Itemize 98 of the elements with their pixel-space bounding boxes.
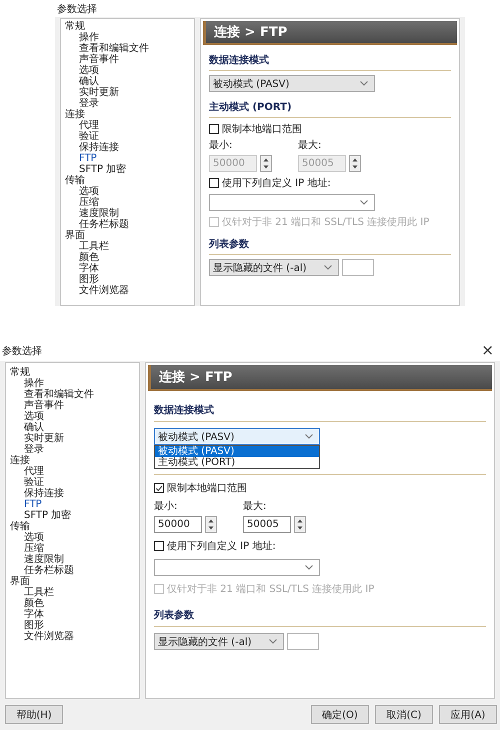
tree-item[interactable]: 选项: [6, 411, 139, 422]
chevron-down-icon: [324, 265, 332, 270]
tree-item[interactable]: 查看和编辑文件: [6, 389, 139, 400]
page-header: 连接 > FTP: [203, 21, 457, 45]
tree-item[interactable]: 确认: [61, 76, 194, 87]
chevron-down-icon: [360, 81, 368, 86]
checkbox-label: 使用下列自定义 IP 地址:: [222, 176, 331, 190]
checkbox[interactable]: [209, 124, 219, 134]
section-heading: 列表参数: [154, 602, 486, 627]
port-field[interactable]: 50005: [243, 516, 291, 533]
tree-item[interactable]: 速度限制: [61, 208, 194, 219]
tree-item[interactable]: 界面: [61, 230, 194, 241]
tree-item[interactable]: FTP: [61, 153, 194, 164]
spinner-icon[interactable]: [260, 155, 272, 172]
tree-item[interactable]: 传输: [61, 175, 194, 186]
dialog-button[interactable]: 取消(C): [375, 705, 433, 724]
tree-item[interactable]: 压缩: [61, 197, 194, 208]
tree-item[interactable]: SFTP 加密: [6, 510, 139, 521]
tree-item[interactable]: 传输: [6, 521, 139, 532]
tree-item[interactable]: 速度限制: [6, 554, 139, 565]
port-field[interactable]: 50000: [154, 516, 202, 533]
list-dropdown[interactable]: 显示隐藏的文件 (-al): [209, 259, 339, 276]
dialog-button[interactable]: 帮助(H): [5, 705, 63, 724]
dropdown-option[interactable]: 主动模式 (PORT): [155, 457, 319, 468]
tree-item[interactable]: 操作: [6, 378, 139, 389]
spinner-icon[interactable]: [349, 155, 361, 172]
checkbox-label: 仅针对于非 21 端口和 SSL/TLS 连接使用此 IP: [222, 216, 430, 229]
section-heading: 数据连接模式: [209, 49, 451, 71]
tree-item[interactable]: 保持连接: [61, 142, 194, 153]
tree-item[interactable]: 选项: [61, 186, 194, 197]
close-button[interactable]: ×: [481, 343, 494, 358]
tree-item[interactable]: 实时更新: [6, 433, 139, 444]
tree-item[interactable]: 颜色: [6, 598, 139, 609]
checkbox-label: 限制本地端口范围: [222, 122, 302, 136]
spinner-icon[interactable]: [205, 516, 217, 533]
checkbox-label: 限制本地端口范围: [167, 482, 247, 495]
tree-item[interactable]: 保持连接: [6, 488, 139, 499]
section-heading: 主动模式 (PORT): [209, 96, 451, 118]
tree-item[interactable]: 确认: [6, 422, 139, 433]
tree-item[interactable]: 连接: [6, 455, 139, 466]
tree-item[interactable]: 代理: [6, 466, 139, 477]
tree-item[interactable]: 压缩: [6, 543, 139, 554]
field-label: 最小:: [154, 500, 178, 513]
list-dropdown[interactable]: 显示隐藏的文件 (-al): [154, 633, 284, 650]
tree-item[interactable]: 图形: [61, 274, 194, 285]
tree-item[interactable]: 文件浏览器: [61, 285, 194, 296]
chevron-down-icon: [360, 200, 368, 205]
section-heading: 数据连接模式: [154, 397, 486, 422]
tree-item[interactable]: 工具栏: [6, 587, 139, 598]
tree-item[interactable]: 文件浏览器: [6, 631, 139, 642]
checkbox-label: 使用下列自定义 IP 地址:: [167, 540, 276, 553]
dialog-button[interactable]: 应用(A): [439, 705, 497, 724]
tree-item[interactable]: FTP: [6, 499, 139, 510]
tree-item[interactable]: SFTP 加密: [61, 164, 194, 175]
text-field[interactable]: [287, 633, 319, 650]
tree-item[interactable]: 选项: [61, 65, 194, 76]
tree-item[interactable]: 选项: [6, 532, 139, 543]
checkbox[interactable]: [154, 483, 164, 493]
tree-item[interactable]: 声音事件: [6, 400, 139, 411]
chevron-down-icon: [269, 639, 277, 644]
mode-dropdown[interactable]: 被动模式 (PASV): [154, 428, 320, 445]
tree-item[interactable]: 查看和编辑文件: [61, 43, 194, 54]
tree-item[interactable]: 声音事件: [61, 54, 194, 65]
tree-item[interactable]: 任务栏标题: [61, 219, 194, 230]
field-label: 最小:: [209, 138, 234, 152]
tree-item[interactable]: 验证: [61, 131, 194, 142]
tree-item[interactable]: 颜色: [61, 252, 194, 263]
dropdown-option[interactable]: 被动模式 (PASV): [155, 446, 319, 457]
tree-item[interactable]: 常规: [61, 21, 194, 32]
page-header: 连接 > FTP: [148, 365, 492, 391]
tree-item[interactable]: 常规: [6, 367, 139, 378]
text-field[interactable]: [342, 259, 374, 276]
tree-item[interactable]: 操作: [61, 32, 194, 43]
tree-item[interactable]: 工具栏: [61, 241, 194, 252]
window-title: 参数选择: [57, 2, 97, 16]
mode-dropdown[interactable]: 被动模式 (PASV): [209, 75, 375, 92]
tree-item[interactable]: 字体: [61, 263, 194, 274]
section-heading: 列表参数: [209, 233, 451, 255]
checkbox-label: 仅针对于非 21 端口和 SSL/TLS 连接使用此 IP: [167, 582, 374, 596]
spinner-icon[interactable]: [294, 516, 306, 533]
tree-item[interactable]: 界面: [6, 576, 139, 587]
dialog-button[interactable]: 确定(O): [311, 705, 369, 724]
chevron-down-icon: [305, 565, 313, 570]
tree-item[interactable]: 代理: [61, 120, 194, 131]
tree-item[interactable]: 连接: [61, 109, 194, 120]
tree-item[interactable]: 实时更新: [61, 87, 194, 98]
chevron-down-icon: [305, 434, 313, 439]
checkbox[interactable]: [209, 178, 219, 188]
field-label: 最大:: [243, 500, 268, 513]
checkbox[interactable]: [154, 541, 164, 551]
tree-item[interactable]: 字体: [6, 609, 139, 620]
tree-item[interactable]: 验证: [6, 477, 139, 488]
tree-item[interactable]: 登录: [61, 98, 194, 109]
tree-item[interactable]: 图形: [6, 620, 139, 631]
tree-item[interactable]: 任务栏标题: [6, 565, 139, 576]
window-title: 参数选择: [2, 344, 42, 358]
field-label: 最大:: [298, 138, 322, 152]
tree-item[interactable]: 登录: [6, 444, 139, 455]
